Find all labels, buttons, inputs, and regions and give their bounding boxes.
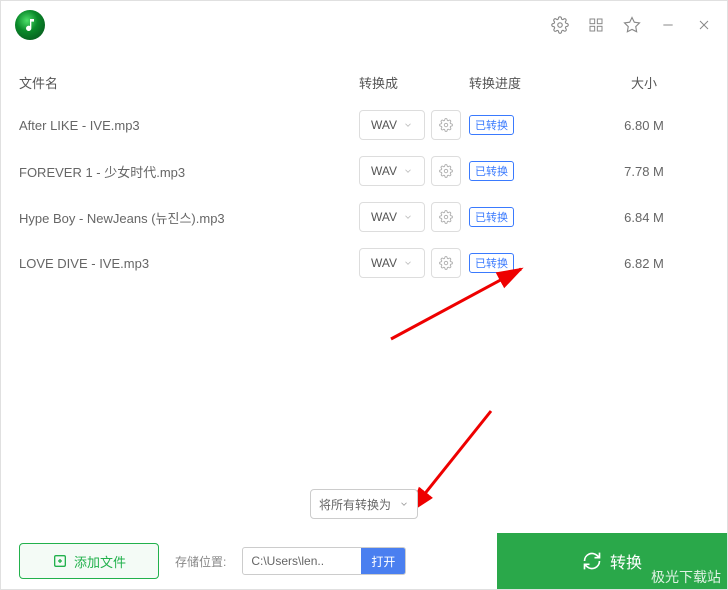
status-badge: 已转换 (469, 253, 514, 273)
status-badge: 已转换 (469, 207, 514, 227)
path-input[interactable] (243, 554, 361, 568)
file-name: FOREVER 1 - 少女时代.mp3 (19, 162, 359, 181)
convert-label: 转换 (610, 549, 642, 573)
add-file-button[interactable]: 添加文件 (19, 543, 159, 579)
file-size: 6.84 M (579, 210, 709, 225)
chevron-down-icon (403, 166, 413, 176)
chevron-down-icon (403, 212, 413, 222)
gear-icon (439, 256, 453, 270)
format-value: WAV (371, 118, 397, 132)
file-size: 6.80 M (579, 118, 709, 133)
minimize-icon[interactable] (659, 16, 677, 34)
open-button[interactable]: 打开 (361, 547, 405, 575)
format-select[interactable]: WAV (359, 248, 425, 278)
gear-icon (439, 118, 453, 132)
settings-icon[interactable] (551, 16, 569, 34)
convert-all-select[interactable]: 将所有转换为 (310, 489, 418, 519)
storage-label: 存储位置: (175, 553, 226, 570)
titlebar (1, 1, 727, 49)
star-icon[interactable] (623, 16, 641, 34)
status-badge: 已转换 (469, 161, 514, 181)
app-logo (15, 10, 45, 40)
status-badge: 已转换 (469, 115, 514, 135)
format-value: WAV (371, 256, 397, 270)
file-name: LOVE DIVE - IVE.mp3 (19, 256, 359, 271)
format-select[interactable]: WAV (359, 110, 425, 140)
file-size: 7.78 M (579, 164, 709, 179)
row-settings-button[interactable] (431, 248, 461, 278)
table-row: LOVE DIVE - IVE.mp3 WAV 已转换 6.82 M (19, 240, 709, 286)
table-row: After LIKE - IVE.mp3 WAV 已转换 6.80 M (19, 102, 709, 148)
bottom-area: 将所有转换为 添加文件 存储位置: 打开 转换 极光下载站 (1, 479, 727, 589)
format-select[interactable]: WAV (359, 202, 425, 232)
table-row: Hype Boy - NewJeans (뉴진스).mp3 WAV 已转换 6.… (19, 194, 709, 240)
chevron-down-icon (399, 499, 409, 509)
table-header: 文件名 转换成 转换进度 大小 (1, 49, 727, 102)
row-settings-button[interactable] (431, 202, 461, 232)
convert-button[interactable]: 转换 极光下载站 (497, 533, 727, 589)
format-value: WAV (371, 210, 397, 224)
convert-all-row: 将所有转换为 (1, 479, 727, 533)
row-settings-button[interactable] (431, 156, 461, 186)
header-name: 文件名 (19, 73, 359, 92)
add-file-label: 添加文件 (74, 552, 126, 571)
window-controls (551, 16, 713, 34)
footer: 添加文件 存储位置: 打开 转换 极光下载站 (1, 533, 727, 589)
table-row: FOREVER 1 - 少女时代.mp3 WAV 已转换 7.78 M (19, 148, 709, 194)
file-size: 6.82 M (579, 256, 709, 271)
file-name: After LIKE - IVE.mp3 (19, 118, 359, 133)
path-group: 打开 (242, 547, 406, 575)
chevron-down-icon (403, 258, 413, 268)
watermark: 极光下载站 (651, 567, 721, 587)
row-settings-button[interactable] (431, 110, 461, 140)
convert-all-label: 将所有转换为 (319, 496, 391, 513)
grid-icon[interactable] (587, 16, 605, 34)
header-format: 转换成 (359, 73, 469, 92)
header-size: 大小 (579, 73, 709, 92)
format-value: WAV (371, 164, 397, 178)
file-list: After LIKE - IVE.mp3 WAV 已转换 6.80 M FORE… (1, 102, 727, 286)
plus-file-icon (52, 553, 68, 569)
file-name: Hype Boy - NewJeans (뉴진스).mp3 (19, 208, 359, 227)
format-select[interactable]: WAV (359, 156, 425, 186)
gear-icon (439, 164, 453, 178)
refresh-icon (582, 551, 602, 571)
header-progress: 转换进度 (469, 73, 579, 92)
close-icon[interactable] (695, 16, 713, 34)
chevron-down-icon (403, 120, 413, 130)
gear-icon (439, 210, 453, 224)
